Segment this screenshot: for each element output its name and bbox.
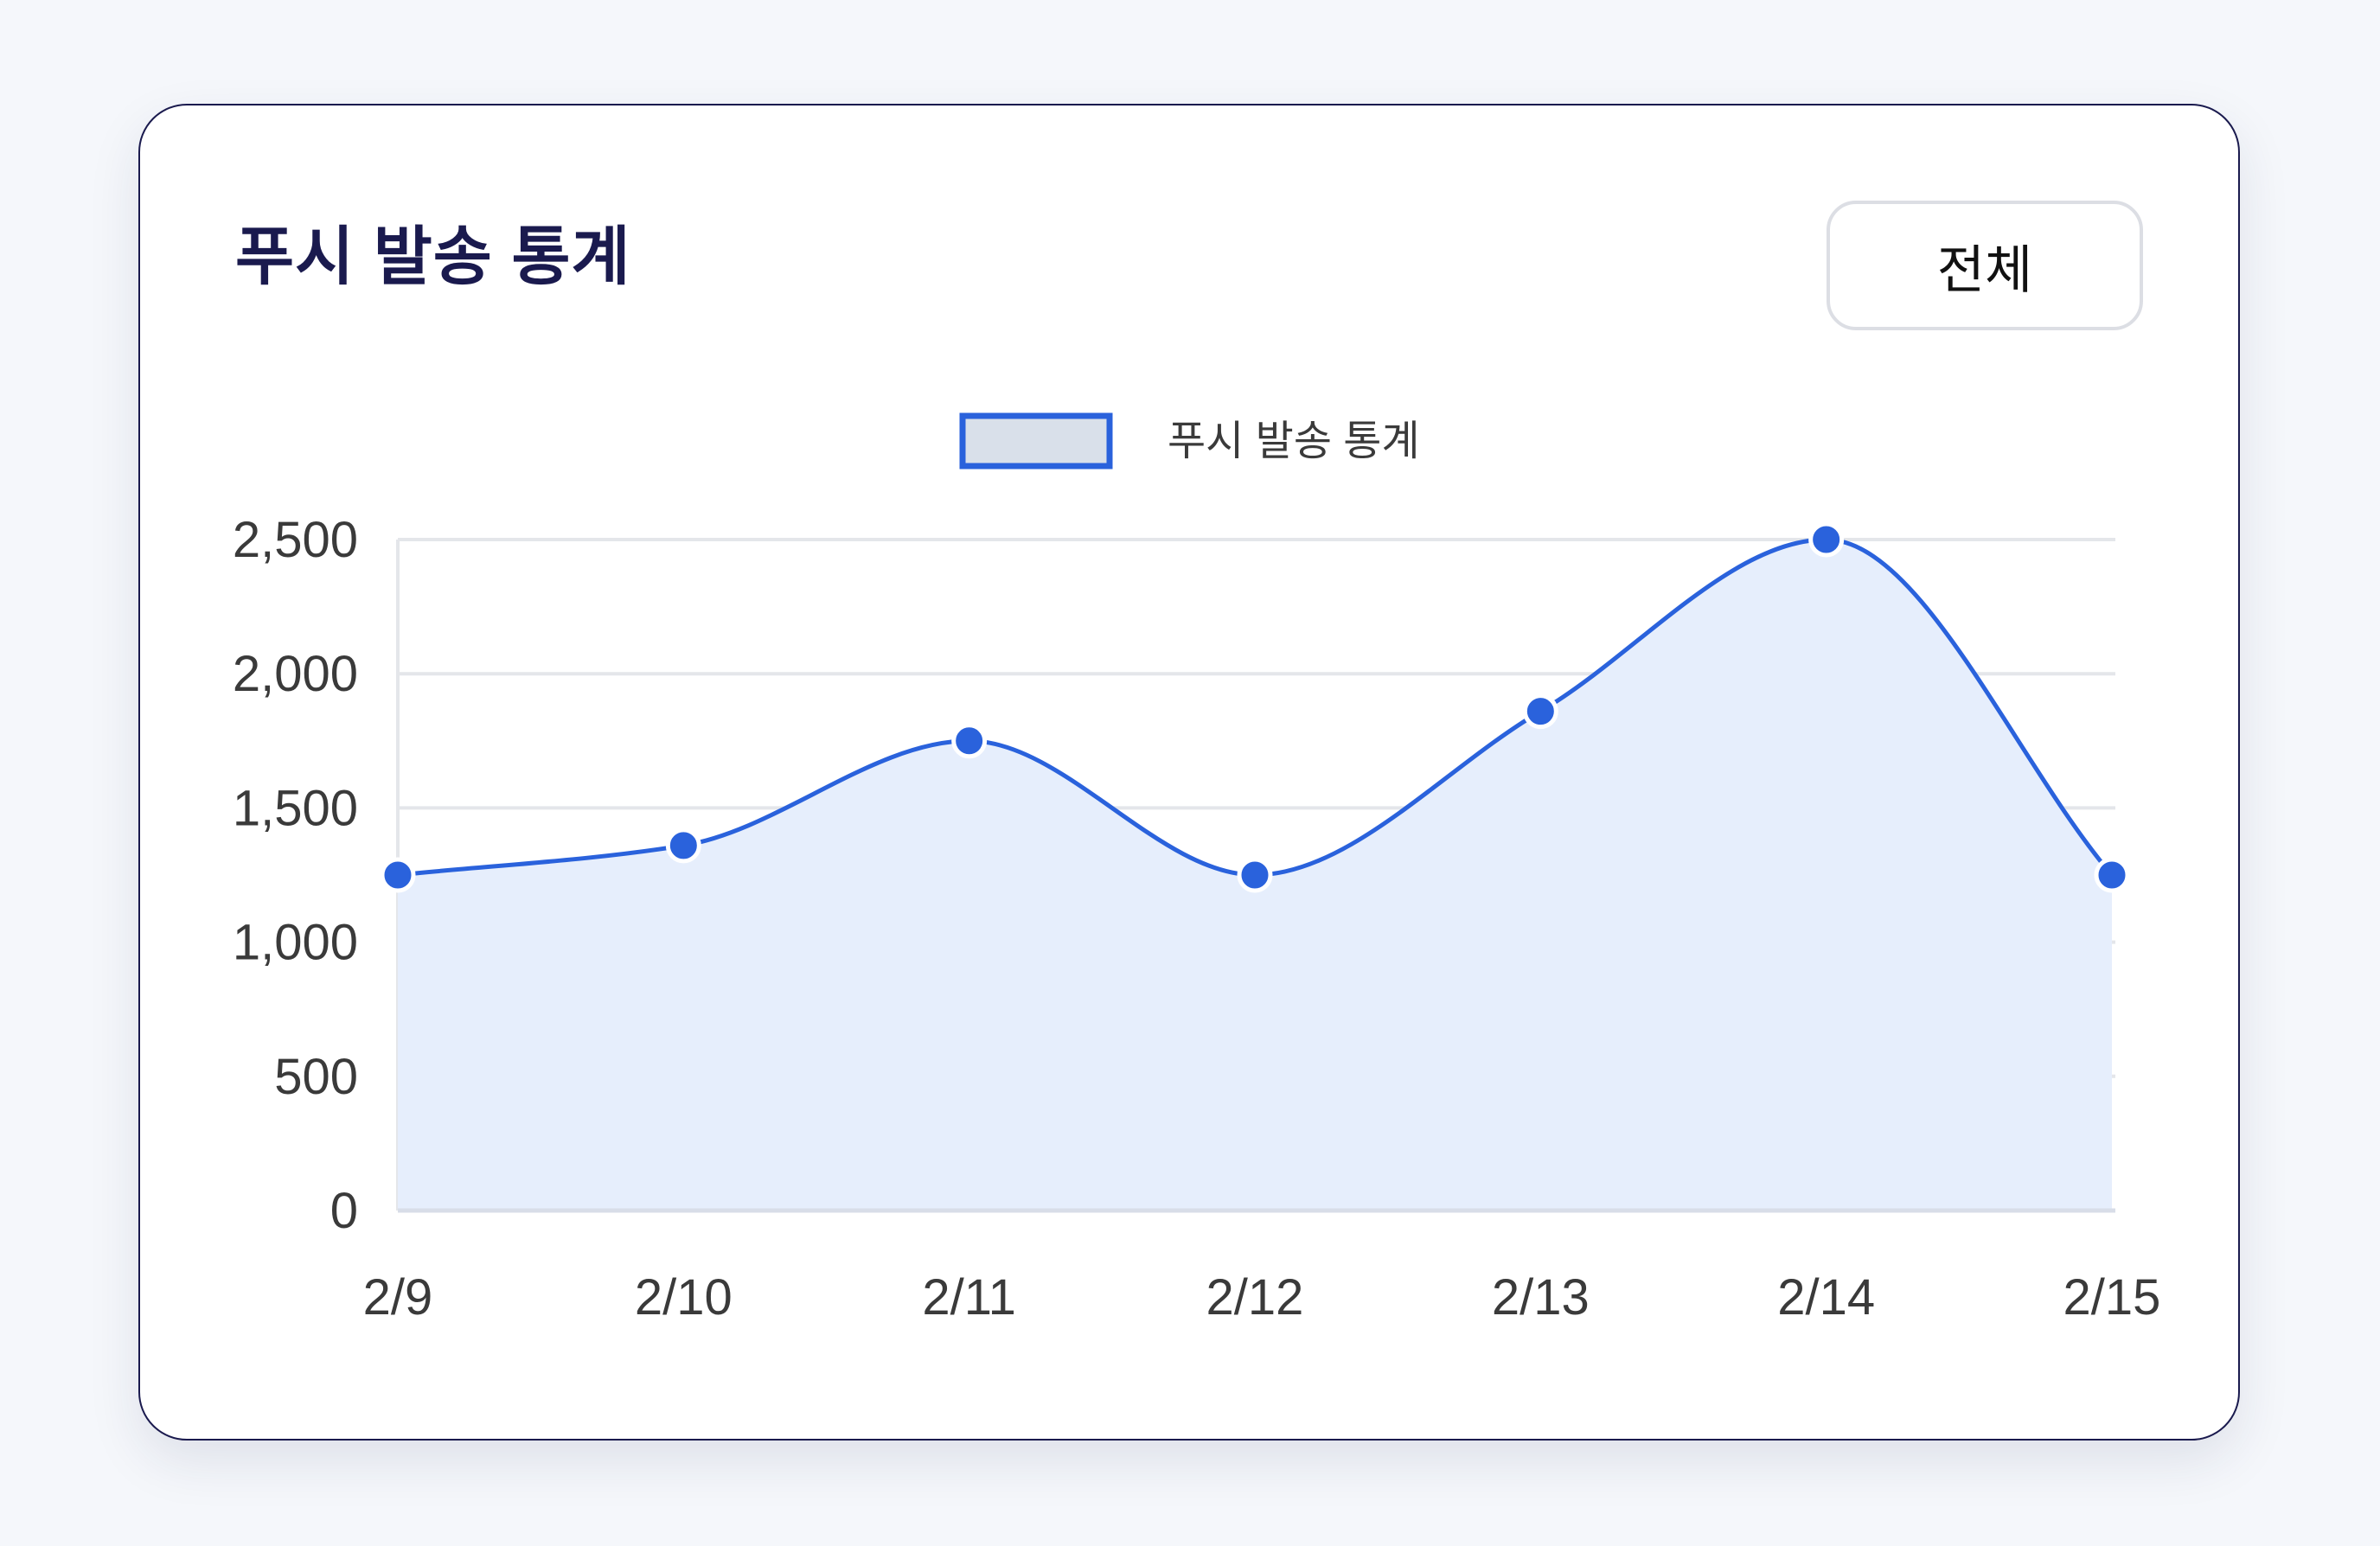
push-stats-chart: 푸시 발송 통계 0 500 1,000 1,500 2,000 2,500 2/9 2/1… — [233, 412, 2161, 1326]
x-tick-label: 2/10 — [635, 1269, 733, 1326]
x-tick-label: 2/15 — [2063, 1269, 2161, 1326]
y-tick-label: 2,000 — [233, 646, 358, 702]
x-tick-label: 2/14 — [1777, 1269, 1875, 1326]
x-tick-label: 2/11 — [922, 1269, 1016, 1326]
x-tick-label: 2/9 — [363, 1269, 433, 1326]
data-point[interactable] — [1522, 693, 1558, 730]
x-axis: 2/9 2/10 2/11 2/12 2/13 2/14 2/15 — [363, 1269, 2161, 1326]
data-point[interactable] — [1237, 857, 1273, 893]
y-tick-label: 500 — [274, 1049, 358, 1105]
data-point[interactable] — [2094, 857, 2130, 893]
data-point[interactable] — [665, 827, 701, 864]
y-tick-label: 1,500 — [233, 780, 358, 836]
y-axis: 0 500 1,000 1,500 2,000 2,500 — [233, 512, 358, 1239]
y-tick-label: 2,500 — [233, 512, 358, 568]
legend-swatch — [959, 412, 1113, 470]
y-tick-label: 0 — [330, 1183, 358, 1239]
data-point[interactable] — [951, 723, 988, 759]
x-tick-label: 2/12 — [1206, 1269, 1304, 1326]
x-tick-label: 2/13 — [1492, 1269, 1590, 1326]
data-point[interactable] — [1808, 521, 1845, 558]
y-tick-label: 1,000 — [233, 915, 358, 971]
data-point[interactable] — [380, 857, 416, 893]
legend-label: 푸시 발송 통계 — [1168, 418, 1420, 464]
chart-legend[interactable]: 푸시 발송 통계 — [959, 412, 1420, 470]
push-stats-card: 푸시 발송 통계 전체 푸시 발송 통계 0 500 1,000 1,500 2,000… — [138, 104, 2240, 1441]
